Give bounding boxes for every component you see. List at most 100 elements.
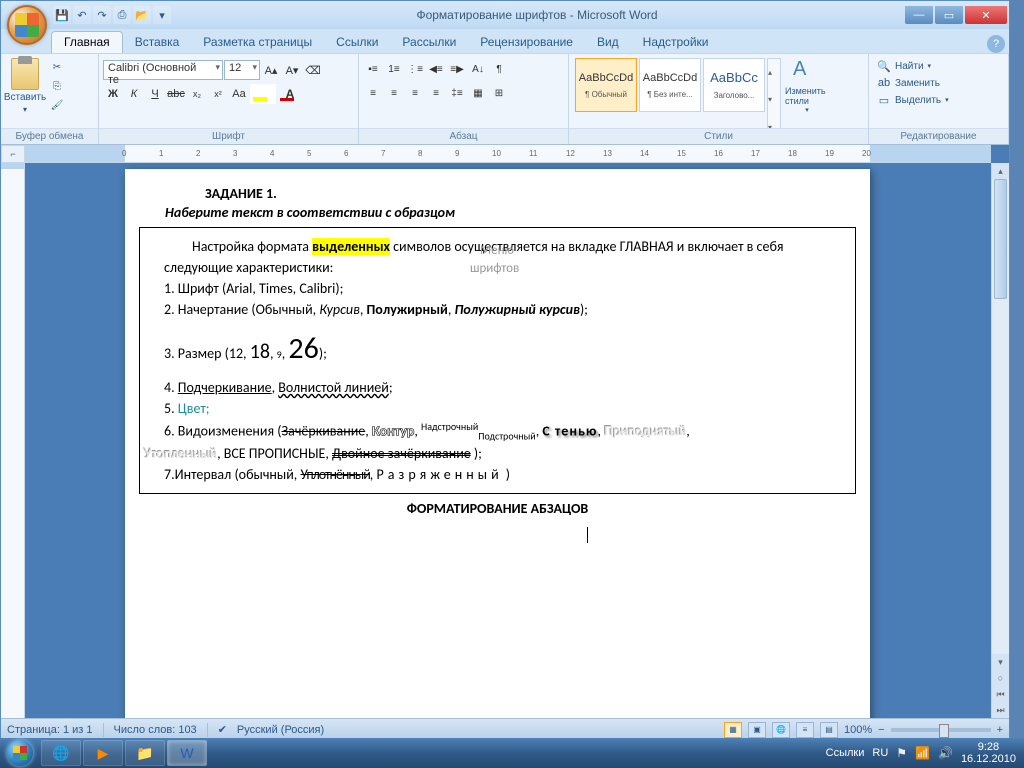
decrease-indent-button[interactable]: ◀≡	[426, 60, 446, 80]
italic-button[interactable]: К	[124, 84, 144, 104]
line-spacing-button[interactable]: ‡≡	[447, 84, 467, 104]
prev-page[interactable]: ⏮	[992, 686, 1009, 702]
vertical-ruler[interactable]	[1, 163, 25, 718]
zoom-out[interactable]: −	[878, 724, 884, 736]
scroll-down[interactable]: ▾	[992, 654, 1009, 670]
clear-format-button[interactable]: ⌫	[303, 60, 323, 80]
minimize-button[interactable]: —	[905, 6, 933, 24]
view-web[interactable]: 🌐	[772, 722, 790, 738]
strike-button[interactable]: abc	[166, 84, 186, 104]
tab-page-layout[interactable]: Разметка страницы	[191, 32, 324, 53]
qat-save[interactable]: 💾	[53, 6, 71, 24]
scroll-thumb[interactable]	[994, 179, 1007, 299]
bullets-button[interactable]: ▪≡	[363, 60, 383, 80]
tab-home[interactable]: Главная	[51, 31, 123, 53]
zoom-level[interactable]: 100%	[844, 724, 872, 736]
tab-mailings[interactable]: Рассылки	[390, 32, 468, 53]
vertical-scrollbar[interactable]: ▴ ▾ ○ ⏮ ⏭	[991, 163, 1009, 718]
qat-print[interactable]: ⎙	[113, 6, 131, 24]
view-full-screen[interactable]: ▣	[748, 722, 766, 738]
align-right-button[interactable]: ≡	[405, 84, 425, 104]
status-words[interactable]: Число слов: 103	[114, 724, 197, 736]
scroll-up[interactable]: ▴	[992, 163, 1009, 179]
style-no-spacing[interactable]: AaBbCcDd ¶ Без инте...	[639, 58, 701, 112]
taskbar-player[interactable]: ▶	[83, 740, 123, 766]
tab-review[interactable]: Рецензирование	[468, 32, 585, 53]
maximize-button[interactable]: ▭	[935, 6, 963, 24]
list-item: 4. Подчеркивание, Волнистой линией;	[164, 377, 845, 398]
find-button[interactable]: 🔍Найти▾	[873, 58, 953, 74]
taskbar-ie[interactable]: 🌐	[41, 740, 81, 766]
format-painter-button[interactable]: 🖌	[47, 96, 67, 114]
zoom-in[interactable]: +	[997, 724, 1003, 736]
tab-insert[interactable]: Вставка	[123, 32, 192, 53]
qat-more[interactable]: ▾	[153, 6, 171, 24]
borders-button[interactable]: ⊞	[489, 84, 509, 104]
group-label-clipboard: Буфер обмена	[1, 128, 98, 144]
view-draft[interactable]: ▤	[820, 722, 838, 738]
show-marks-button[interactable]: ¶	[489, 60, 509, 80]
tray-network-icon[interactable]: 📶	[915, 746, 930, 760]
numbering-button[interactable]: 1≡	[384, 60, 404, 80]
start-button[interactable]	[0, 738, 40, 768]
bold-button[interactable]: Ж	[103, 84, 123, 104]
taskbar-explorer[interactable]: 📁	[125, 740, 165, 766]
browse-object[interactable]: ○	[992, 670, 1009, 686]
horizontal-ruler[interactable]: 01234567891011121314151617181920	[25, 145, 991, 163]
help-button[interactable]: ?	[987, 35, 1005, 53]
close-button[interactable]: ✕	[965, 6, 1007, 24]
cut-button[interactable]: ✂	[47, 58, 67, 76]
tray-clock[interactable]: 9:28 16.12.2010	[961, 741, 1016, 765]
next-page[interactable]: ⏭	[992, 702, 1009, 718]
page-content[interactable]: ЗАДАНИЕ 1. Наберите текст в соответствии…	[125, 169, 870, 547]
view-print-layout[interactable]: ▦	[724, 722, 742, 738]
tab-view[interactable]: Вид	[585, 32, 631, 53]
list-item: 7.Интервал (обычный, Уплотнённый, Разряж…	[164, 464, 845, 485]
increase-indent-button[interactable]: ≡▶	[447, 60, 467, 80]
justify-button[interactable]: ≡	[426, 84, 446, 104]
font-name-combo[interactable]: Calibri (Основной те	[103, 60, 223, 80]
status-page[interactable]: Страница: 1 из 1	[7, 724, 93, 736]
list-item: 1. Шрифт (Arial, Times, Calibri);	[164, 278, 845, 299]
qat-redo[interactable]: ↷	[93, 6, 111, 24]
tab-addins[interactable]: Надстройки	[631, 32, 721, 53]
tray-links[interactable]: Ссылки	[826, 747, 865, 759]
ruler-corner[interactable]: ⌐	[1, 145, 25, 163]
desktop-scroll	[1010, 0, 1024, 741]
select-button[interactable]: ▭Выделить▾	[873, 92, 953, 108]
align-center-button[interactable]: ≡	[384, 84, 404, 104]
underline-button[interactable]: Ч	[145, 84, 165, 104]
callout-fonts: шрифтов	[470, 261, 519, 276]
style-heading1[interactable]: AaBbCc Заголово...	[703, 58, 765, 112]
font-color-button[interactable]	[277, 84, 303, 104]
grow-font-button[interactable]: A▴	[261, 60, 281, 80]
list-item: 5. Цвет;	[164, 398, 845, 419]
view-outline[interactable]: ≡	[796, 722, 814, 738]
change-case-button[interactable]: Aa	[229, 84, 249, 104]
taskbar-word[interactable]: W	[167, 740, 207, 766]
status-language[interactable]: Русский (Россия)	[237, 724, 324, 736]
tab-references[interactable]: Ссылки	[324, 32, 390, 53]
ribbon-tabs: Главная Вставка Разметка страницы Ссылки…	[1, 29, 1009, 53]
sort-button[interactable]: A↓	[468, 60, 488, 80]
shrink-font-button[interactable]: A▾	[282, 60, 302, 80]
page-viewport[interactable]: ЗАДАНИЕ 1. Наберите текст в соответствии…	[25, 163, 991, 718]
replace-button[interactable]: abЗаменить	[873, 75, 953, 91]
tray-flag-icon[interactable]: ⚑	[896, 746, 907, 760]
shading-button[interactable]: ▦	[468, 84, 488, 104]
highlight-button[interactable]	[250, 84, 276, 104]
office-button[interactable]	[7, 5, 47, 45]
tray-volume-icon[interactable]: 🔊	[938, 746, 953, 760]
qat-undo[interactable]: ↶	[73, 6, 91, 24]
align-left-button[interactable]: ≡	[363, 84, 383, 104]
font-size-combo[interactable]: 12	[224, 60, 260, 80]
copy-button[interactable]: ⎘	[47, 77, 67, 95]
tray-lang[interactable]: RU	[872, 747, 888, 759]
zoom-slider[interactable]	[891, 728, 991, 732]
style-normal[interactable]: AaBbCcDd ¶ Обычный	[575, 58, 637, 112]
qat-open[interactable]: 📂	[133, 6, 151, 24]
status-proofing-icon[interactable]: ✔	[218, 723, 227, 736]
subscript-button[interactable]: x₂	[187, 84, 207, 104]
superscript-button[interactable]: x²	[208, 84, 228, 104]
multilevel-button[interactable]: ⋮≡	[405, 60, 425, 80]
